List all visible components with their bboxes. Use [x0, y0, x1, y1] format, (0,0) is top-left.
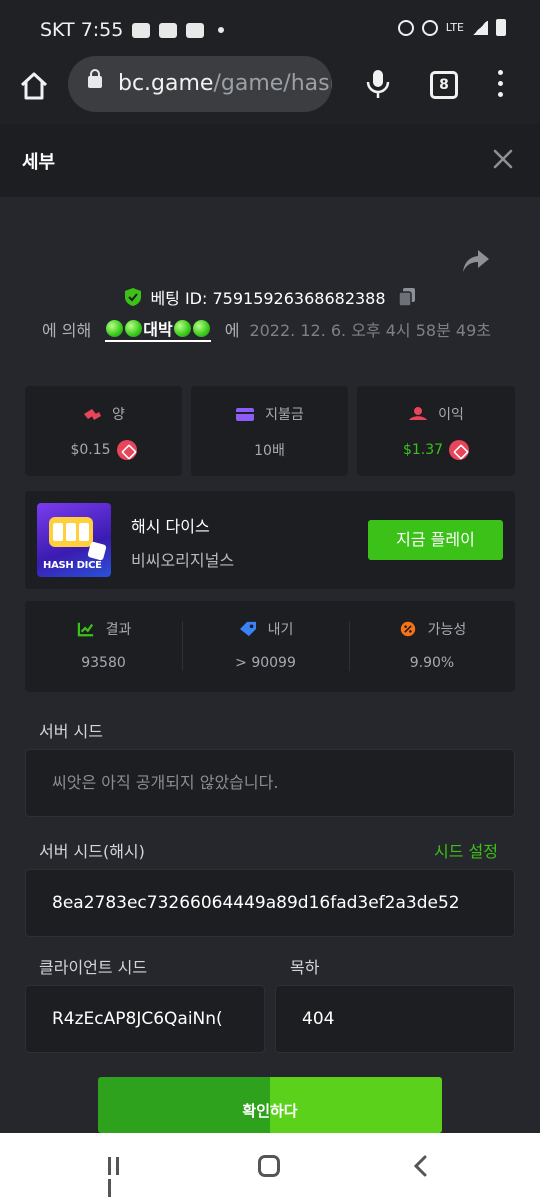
chance-cell: 가능성 9.90%: [349, 601, 515, 692]
tron-coin-icon: [116, 440, 137, 460]
stat-payout-value: 10배: [254, 443, 285, 459]
stat-payout: 지불금 10배: [191, 386, 348, 476]
dice-icon: [87, 541, 107, 561]
stat-profit: 이익 $1.37: [357, 386, 515, 476]
client-seed-label: 클라이언트 시드: [39, 958, 148, 977]
seed-settings-link[interactable]: 시드 설정: [434, 838, 498, 862]
stat-amount-label: 양: [112, 407, 125, 423]
server-seed-label: 서버 시드: [39, 722, 103, 741]
result-cell: 결과 93580: [25, 601, 182, 692]
system-nav-bar: [0, 1133, 540, 1200]
tron-coin-icon: [449, 440, 470, 460]
modal-title: 세부: [22, 152, 56, 173]
play-now-button[interactable]: 지금 플레이: [368, 520, 503, 560]
at-label: 에: [224, 321, 240, 340]
game-name: 해시 다이스: [131, 517, 210, 536]
lock-icon: [88, 69, 102, 88]
url-text: bc.game/game/hasl: [118, 71, 332, 96]
nonce-value: 404: [302, 1009, 335, 1029]
url-domain: bc.game: [118, 71, 214, 96]
thumbnail-title: HASH DICE: [43, 560, 102, 571]
ticket-icon: [239, 621, 256, 637]
recent-apps-icon[interactable]: [108, 1157, 130, 1197]
chance-value: 9.90%: [409, 655, 455, 671]
network-label: LTE: [445, 21, 464, 34]
url-path: /game/hasl: [213, 71, 332, 96]
by-label: 에 의해: [42, 321, 92, 340]
chart-icon: [77, 622, 93, 637]
game-provider: 비씨오리지널스: [131, 551, 235, 570]
location-icon: [421, 19, 438, 36]
client-seed-value: R4zEcAP8JC6QaiNn(: [52, 1009, 223, 1029]
mic-icon[interactable]: [365, 68, 391, 100]
stat-amount-value: $0.15: [70, 442, 111, 458]
nonce-label: 목하: [290, 958, 320, 977]
confirm-button[interactable]: 확인하다: [98, 1077, 442, 1133]
battery-icon: [496, 19, 506, 36]
notification-icon: [186, 22, 205, 38]
result-card: 결과 93580 내기 > 90099 가능성 9.90%: [25, 601, 515, 692]
server-seed-hash-label: 서버 시드(해시): [39, 842, 145, 861]
bet-id: 베팅 ID: 75915926368682388: [150, 289, 386, 308]
home-button-icon[interactable]: [258, 1155, 280, 1177]
nonce-field[interactable]: 404: [275, 985, 515, 1053]
percent-icon: [400, 621, 415, 637]
game-card: HASH DICE 해시 다이스 비씨오리지널스 지금 플레이: [25, 491, 515, 589]
address-bar[interactable]: bc.game/game/hasl: [68, 56, 332, 112]
slot-machine-icon: [49, 517, 93, 547]
username: 대박: [143, 320, 173, 339]
result-value: 93580: [81, 655, 126, 671]
profit-icon: [409, 407, 428, 420]
home-icon[interactable]: [18, 70, 50, 102]
bet-label: 내기: [267, 622, 294, 638]
signal-icon: [472, 20, 488, 35]
bet-id-row: 베팅 ID: 75915926368682388: [0, 285, 540, 309]
close-icon[interactable]: [492, 148, 514, 170]
bet-cell: 내기 > 90099: [182, 601, 349, 692]
client-seed-field[interactable]: R4zEcAP8JC6QaiNn(: [25, 985, 265, 1053]
alarm-icon: [397, 19, 414, 36]
game-thumbnail[interactable]: HASH DICE: [37, 503, 111, 577]
server-seed-hash-field[interactable]: 8ea2783ec73266064449a89d16fad3ef2a3de52: [25, 869, 515, 937]
bet-value: > 90099: [235, 655, 296, 671]
green-ball-icon: [125, 319, 143, 337]
chance-label: 가능성: [427, 622, 467, 638]
browser-toolbar: bc.game/game/hasl 8: [0, 54, 540, 124]
green-ball-icon: [173, 319, 191, 337]
image-icon: [159, 22, 178, 38]
stat-amount: 양 $0.15: [25, 386, 182, 476]
share-icon[interactable]: [462, 248, 490, 274]
bet-byline: 에 의해 대박 에 2022. 12. 6. 오후 4시 58분 49초: [42, 316, 491, 342]
message-icon: [132, 22, 151, 38]
status-left: SKT 7:55: [40, 19, 225, 41]
stat-payout-label: 지불금: [265, 407, 304, 423]
copy-icon[interactable]: [397, 287, 416, 307]
wallet-icon: [236, 408, 255, 421]
server-seed-value: 씨앗은 아직 공개되지 않았습니다.: [52, 773, 279, 792]
back-icon[interactable]: [412, 1155, 428, 1177]
result-label: 결과: [105, 622, 132, 638]
server-seed-field[interactable]: 씨앗은 아직 공개되지 않았습니다.: [25, 749, 515, 817]
green-ball-icon: [192, 319, 210, 337]
menu-icon[interactable]: [494, 70, 506, 100]
username-link[interactable]: 대박: [105, 316, 211, 342]
status-right: LTE: [397, 19, 506, 36]
shield-icon: [125, 288, 142, 306]
bet-date: 2022. 12. 6. 오후 4시 58분 49초: [249, 321, 491, 340]
coins-icon: [84, 409, 102, 420]
stat-profit-value: $1.37: [402, 442, 444, 458]
server-seed-hash-value: 8ea2783ec73266064449a89d16fad3ef2a3de52: [52, 893, 460, 913]
stat-profit-label: 이익: [438, 407, 464, 423]
status-bar: SKT 7:55 LTE: [0, 0, 540, 54]
carrier-time: SKT 7:55: [40, 19, 124, 41]
green-ball-icon: [106, 319, 124, 337]
tab-switcher-button[interactable]: 8: [430, 71, 458, 99]
more-notifications-icon: [218, 27, 225, 33]
modal-header: 세부: [0, 124, 540, 197]
